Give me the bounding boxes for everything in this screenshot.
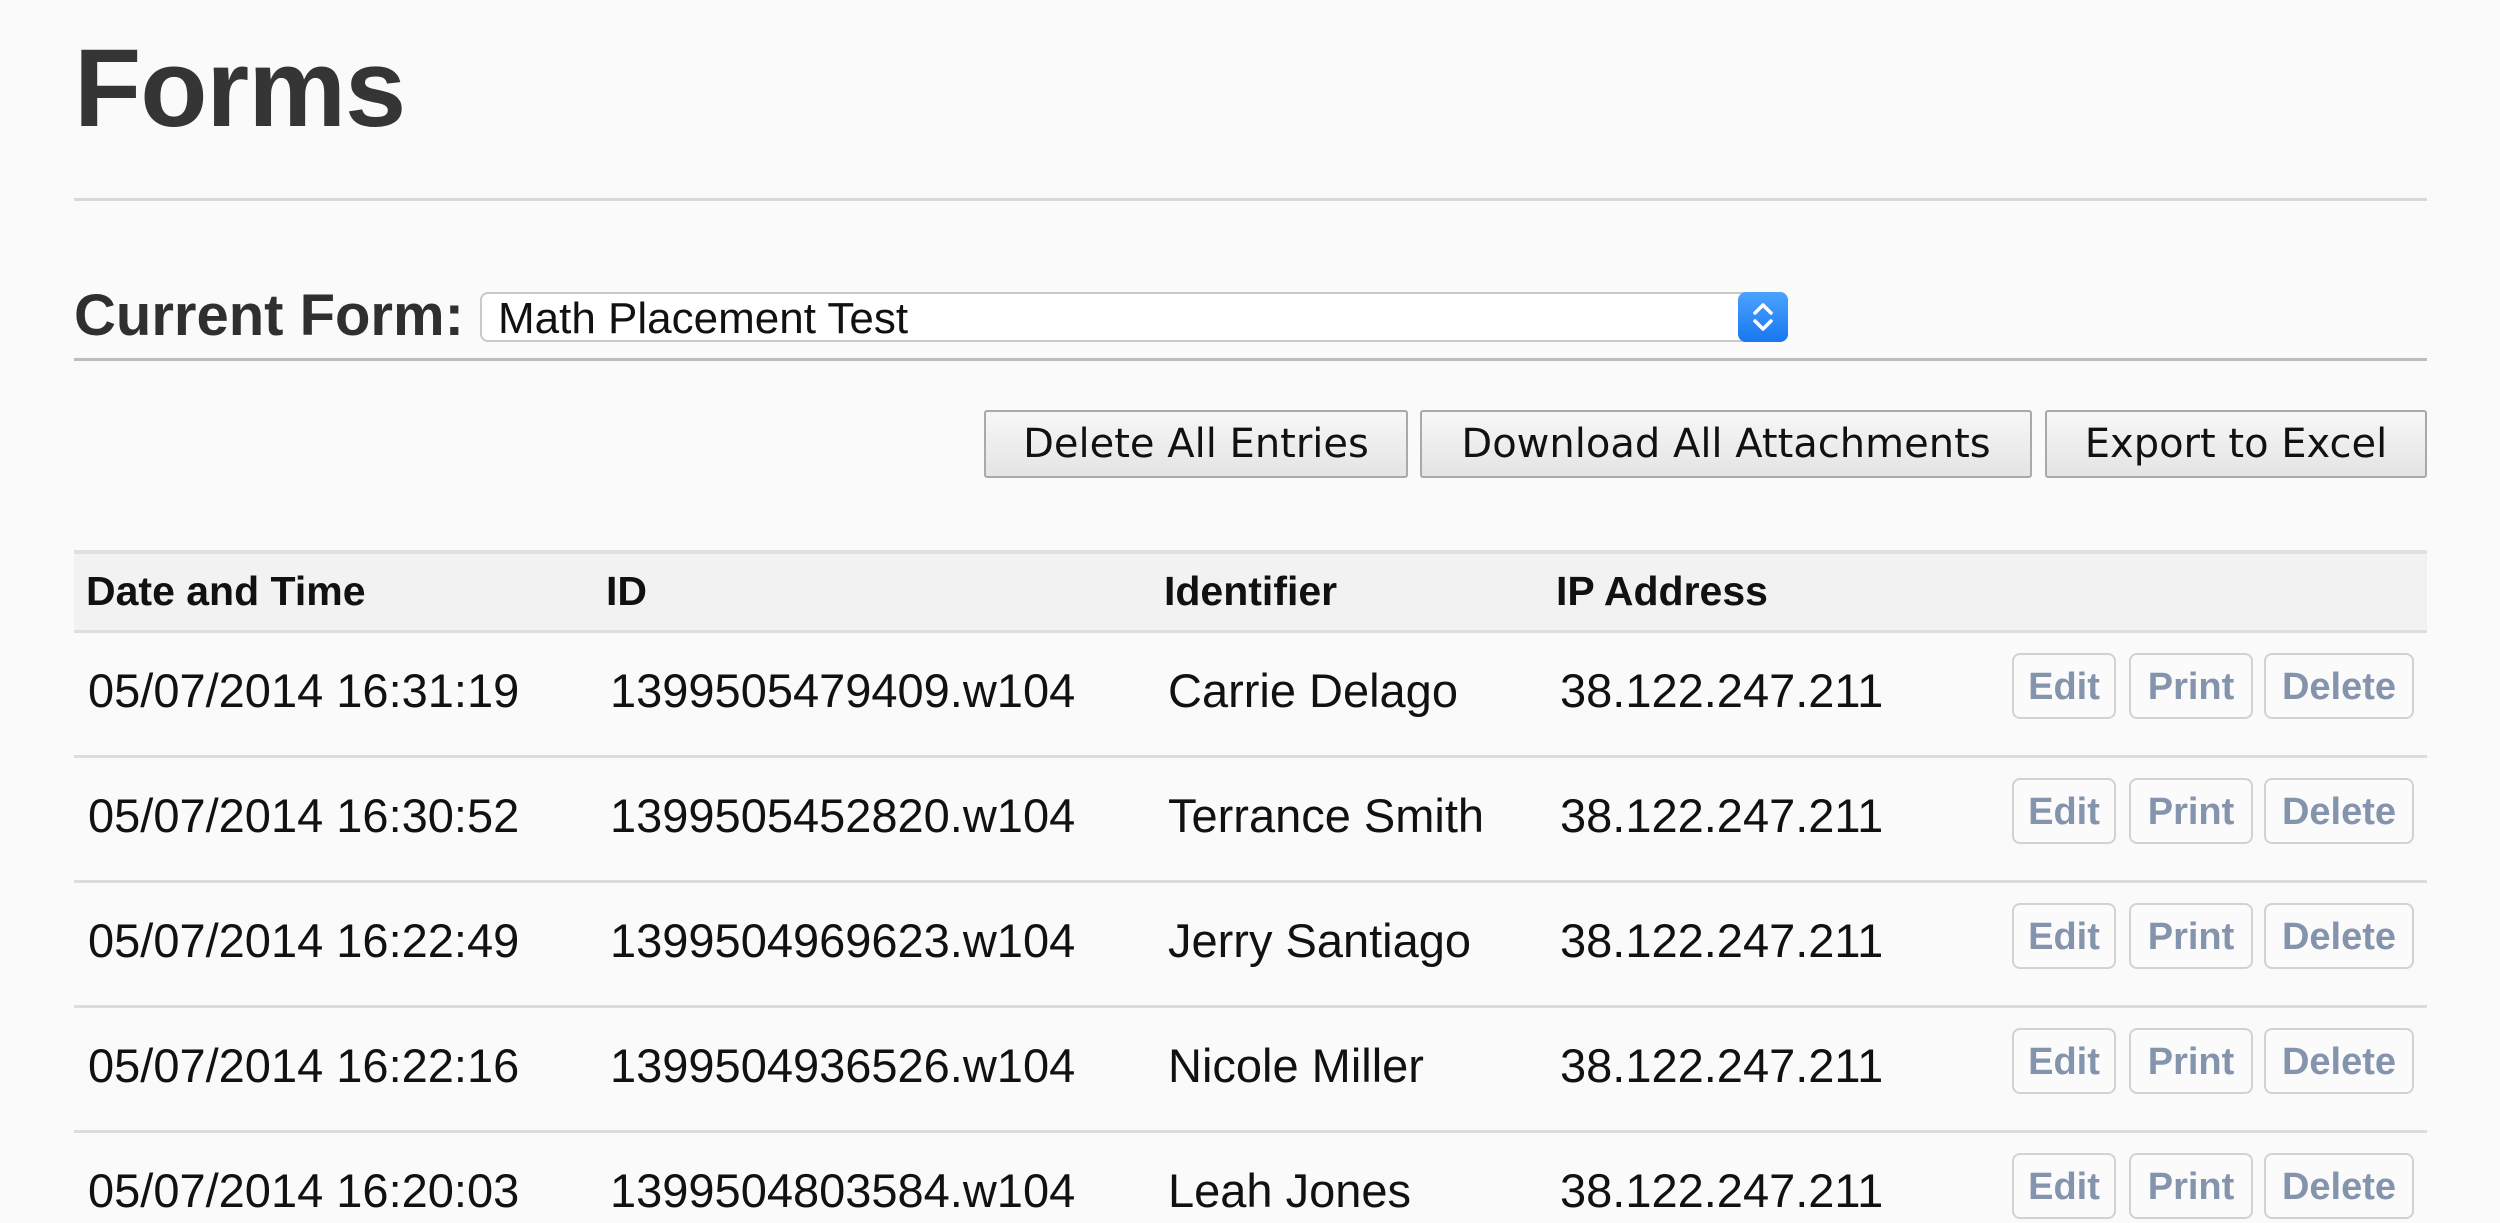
edit-button[interactable]: Edit [2012, 1028, 2116, 1094]
export-to-excel-button[interactable]: Export to Excel [2045, 410, 2427, 478]
cell-id: 1399504969623.w104 [610, 914, 1076, 967]
select-stepper-icon[interactable] [1738, 292, 1788, 342]
title-divider [74, 198, 2427, 201]
delete-button[interactable]: Delete [2264, 778, 2414, 844]
current-form-value: Math Placement Test [498, 294, 909, 343]
cell-identifier: Leah Jones [1168, 1164, 1412, 1217]
cell-id: 1399505452820.w104 [610, 789, 1076, 842]
table-row: 05/07/2014 16:20:03 1399504803584.w104 L… [74, 1133, 2427, 1223]
print-button[interactable]: Print [2129, 778, 2253, 844]
delete-button[interactable]: Delete [2264, 903, 2414, 969]
cell-ip-address: 38.122.247.211 [1560, 664, 1884, 717]
cell-date-time: 05/07/2014 16:22:49 [88, 914, 520, 967]
selector-divider [74, 358, 2427, 361]
edit-button[interactable]: Edit [2012, 1153, 2116, 1219]
cell-ip-address: 38.122.247.211 [1560, 789, 1884, 842]
bulk-actions-toolbar: Delete All Entries Download All Attachme… [0, 410, 2500, 478]
cell-identifier: Carrie Delago [1168, 664, 1458, 717]
column-header-date-time[interactable]: Date and Time [86, 568, 366, 614]
entries-table: Date and Time ID Identifier IP Address 0… [74, 550, 2427, 1223]
current-form-select[interactable]: Math Placement Test [480, 292, 1788, 342]
table-row: 05/07/2014 16:30:52 1399505452820.w104 T… [74, 758, 2427, 883]
delete-button[interactable]: Delete [2264, 1153, 2414, 1219]
cell-ip-address: 38.122.247.211 [1560, 1039, 1884, 1092]
forms-page: Forms Current Form: Math Placement Test … [0, 0, 2500, 1223]
column-header-identifier[interactable]: Identifier [1164, 568, 1337, 614]
cell-identifier: Terrance Smith [1168, 789, 1485, 842]
print-button[interactable]: Print [2129, 653, 2253, 719]
cell-id: 1399505479409.w104 [610, 664, 1076, 717]
cell-identifier: Nicole Miller [1168, 1039, 1424, 1092]
cell-date-time: 05/07/2014 16:31:19 [88, 664, 520, 717]
column-header-id[interactable]: ID [606, 568, 647, 614]
form-selector-row: Current Form: Math Placement Test [74, 284, 2427, 362]
table-row: 05/07/2014 16:31:19 1399505479409.w104 C… [74, 633, 2427, 758]
delete-all-entries-button[interactable]: Delete All Entries [984, 410, 1408, 478]
cell-id: 1399504936526.w104 [610, 1039, 1076, 1092]
print-button[interactable]: Print [2129, 903, 2253, 969]
table-row: 05/07/2014 16:22:49 1399504969623.w104 J… [74, 883, 2427, 1008]
current-form-label: Current Form: [74, 283, 464, 348]
cell-id: 1399504803584.w104 [610, 1164, 1076, 1217]
cell-date-time: 05/07/2014 16:20:03 [88, 1164, 520, 1217]
column-header-ip-address[interactable]: IP Address [1556, 568, 1768, 614]
cell-identifier: Jerry Santiago [1168, 914, 1472, 967]
cell-ip-address: 38.122.247.211 [1560, 1164, 1884, 1217]
cell-date-time: 05/07/2014 16:30:52 [88, 789, 520, 842]
cell-date-time: 05/07/2014 16:22:16 [88, 1039, 520, 1092]
edit-button[interactable]: Edit [2012, 903, 2116, 969]
table-body: 05/07/2014 16:31:19 1399505479409.w104 C… [74, 633, 2427, 1223]
cell-ip-address: 38.122.247.211 [1560, 914, 1884, 967]
edit-button[interactable]: Edit [2012, 653, 2116, 719]
print-button[interactable]: Print [2129, 1028, 2253, 1094]
edit-button[interactable]: Edit [2012, 778, 2116, 844]
delete-button[interactable]: Delete [2264, 653, 2414, 719]
download-all-attachments-button[interactable]: Download All Attachments [1420, 410, 2032, 478]
delete-button[interactable]: Delete [2264, 1028, 2414, 1094]
table-header-row: Date and Time ID Identifier IP Address [74, 550, 2427, 633]
print-button[interactable]: Print [2129, 1153, 2253, 1219]
page-title: Forms [74, 27, 406, 150]
table-row: 05/07/2014 16:22:16 1399504936526.w104 N… [74, 1008, 2427, 1133]
